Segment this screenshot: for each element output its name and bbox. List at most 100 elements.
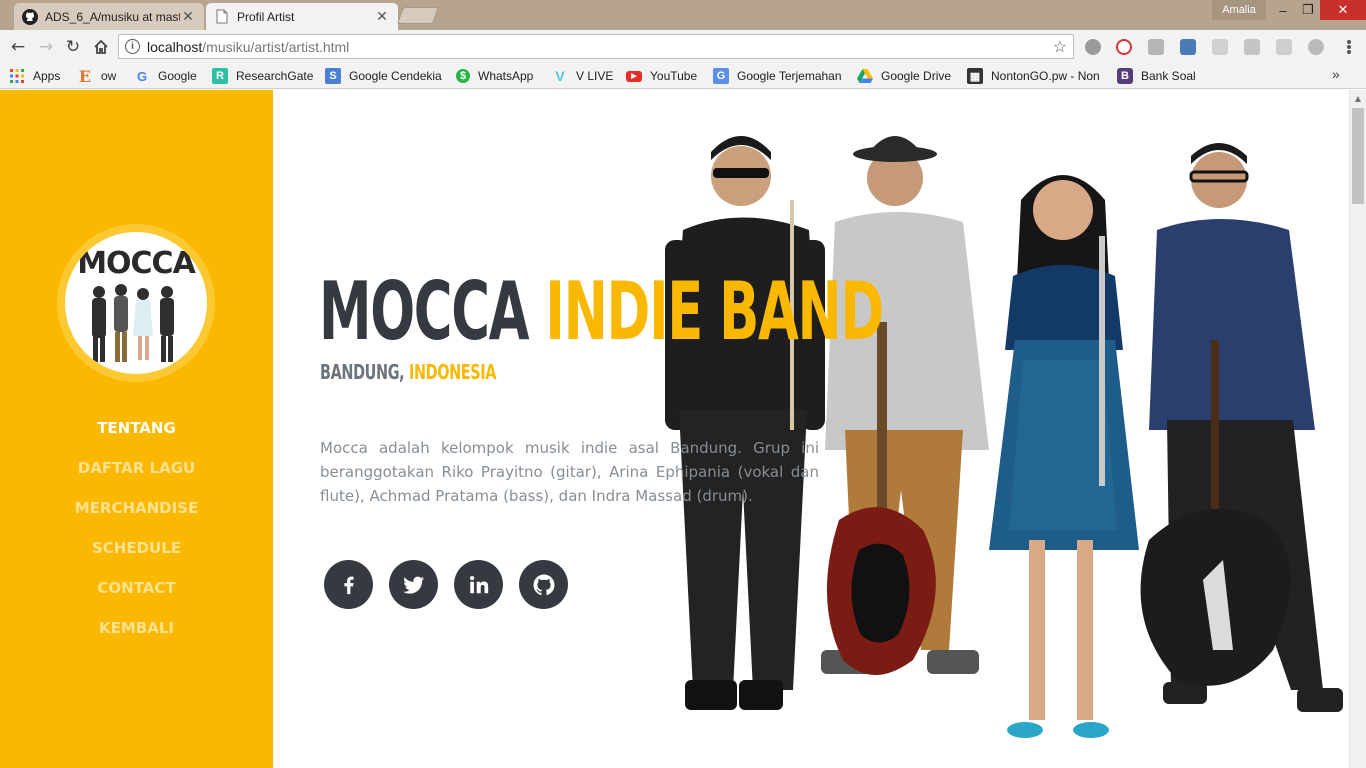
tab-title: ADS_6_A/musiku at mast <box>45 9 180 24</box>
twitter-button[interactable] <box>389 560 438 609</box>
bookmark-whatsapp[interactable]: $ WhatsApp <box>456 67 533 85</box>
google-icon: G <box>136 68 148 84</box>
twitter-icon <box>402 576 424 594</box>
reload-button[interactable]: ↻ <box>62 36 84 58</box>
sidebar-nav: TENTANG DAFTAR LAGU MERCHANDISE SCHEDULE… <box>0 408 273 648</box>
bookmark-label: Google Terjemahan <box>737 69 842 83</box>
bookmark-google-terjemahan[interactable]: G Google Terjemahan <box>713 67 842 85</box>
bookmark-google-cendekia[interactable]: S Google Cendekia <box>325 67 442 85</box>
nav-item-kembali[interactable]: KEMBALI <box>0 608 273 648</box>
bookmark-apps[interactable]: Apps <box>9 67 60 85</box>
band-photo <box>665 136 1343 738</box>
nav-item-tentang[interactable]: TENTANG <box>0 408 273 448</box>
apps-grid-icon <box>9 68 25 84</box>
github-icon <box>533 574 554 595</box>
bookmark-label: Google Drive <box>881 69 952 83</box>
bookmark-label: NontonGO.pw - Non <box>991 69 1100 83</box>
location-country: INDONESIA <box>408 360 497 384</box>
bookmark-ow[interactable]: E ow <box>77 66 117 86</box>
extension-icon[interactable] <box>1180 39 1196 55</box>
close-tab-icon[interactable]: ✕ <box>374 8 390 25</box>
linkedin-button[interactable] <box>454 560 503 609</box>
researchgate-icon: R <box>212 68 228 84</box>
bookmark-label: ow <box>101 69 117 83</box>
extension-icon[interactable] <box>1148 39 1164 55</box>
url-path: /musiku/artist/artist.html <box>202 38 350 55</box>
bookmark-vlive[interactable]: V V LIVE <box>552 67 613 85</box>
facebook-button[interactable] <box>324 560 373 609</box>
restore-button[interactable]: ❐ <box>1296 0 1320 20</box>
bookmark-label: Google <box>158 69 197 83</box>
bookmark-researchgate[interactable]: R ResearchGate <box>212 67 313 85</box>
nav-item-merchandise[interactable]: MERCHANDISE <box>0 488 273 528</box>
extension-icon[interactable] <box>1308 39 1324 55</box>
bookmark-label: V LIVE <box>576 69 614 83</box>
band-description: Mocca adalah kelompok musik indie asal B… <box>320 439 819 505</box>
more-bookmarks-icon[interactable]: » <box>1332 66 1340 82</box>
browser-tab-profil-artist[interactable]: Profil Artist ✕ <box>206 3 398 30</box>
browser-menu-icon[interactable] <box>1341 38 1357 56</box>
location-subtitle: BANDUNG, INDONESIA <box>320 360 496 384</box>
bookmark-label: WhatsApp <box>478 69 534 83</box>
close-window-button[interactable]: ✕ <box>1320 0 1366 20</box>
back-button[interactable]: ← <box>7 36 29 58</box>
title-band-name: MOCCA <box>319 265 530 358</box>
nav-item-contact[interactable]: CONTACT <box>0 568 273 608</box>
bookmark-google[interactable]: G Google <box>134 67 197 85</box>
close-tab-icon[interactable]: ✕ <box>180 8 196 25</box>
nav-item-daftar-lagu[interactable]: DAFTAR LAGU <box>0 448 273 488</box>
bookmark-youtube[interactable]: ▶ YouTube <box>626 67 697 85</box>
drive-icon <box>857 68 873 84</box>
location-city: BANDUNG, <box>320 360 405 384</box>
bookmark-google-drive[interactable]: Google Drive <box>857 67 951 85</box>
youtube-icon: ▶ <box>626 70 642 82</box>
profile-button[interactable]: Amalia <box>1212 0 1266 20</box>
e-icon: E <box>78 66 92 86</box>
page-icon <box>214 9 230 25</box>
nav-item-schedule[interactable]: SCHEDULE <box>0 528 273 568</box>
home-button[interactable] <box>90 36 112 58</box>
facebook-icon <box>343 576 354 594</box>
scroll-up-arrow-icon[interactable]: ▲ <box>1350 90 1366 106</box>
band-member-1 <box>665 136 825 710</box>
bookmark-label: Bank Soal <box>1141 69 1196 83</box>
bookmark-label: Google Cendekia <box>349 69 442 83</box>
browser-tab-github[interactable]: ADS_6_A/musiku at mast ✕ <box>14 3 204 30</box>
vlive-icon: V <box>555 68 565 84</box>
github-button[interactable] <box>519 560 568 609</box>
browser-toolbar: ← → ↻ i localhost/musiku/artist/artist.h… <box>0 30 1366 63</box>
extension-icon[interactable] <box>1212 39 1228 55</box>
extension-icon[interactable] <box>1276 39 1292 55</box>
address-bar[interactable]: i localhost/musiku/artist/artist.html ☆ <box>118 34 1074 59</box>
scholar-icon: S <box>325 68 341 84</box>
bookmark-bank-soal[interactable]: B Bank Soal <box>1117 67 1196 85</box>
page-scrollbar[interactable]: ▲ <box>1349 90 1366 768</box>
url-host: localhost <box>147 38 203 55</box>
scrollbar-thumb[interactable] <box>1352 108 1364 204</box>
band-avatar: MOCCA <box>57 224 215 382</box>
tab-title: Profil Artist <box>237 9 295 24</box>
main-content: MOCCA INDIE BAND BANDUNG, INDONESIA Mocc… <box>273 90 1349 768</box>
minimize-button[interactable]: – <box>1270 0 1296 20</box>
translate-icon: G <box>713 68 729 84</box>
bookmark-label: YouTube <box>650 69 698 83</box>
info-icon[interactable]: i <box>125 39 140 54</box>
linkedin-icon <box>469 575 488 593</box>
sidebar: MOCCA TENTANG DAFTAR LAGU MERCHANDISE SC… <box>0 90 273 768</box>
page-viewport: MOCCA TENTANG DAFTAR LAGU MERCHANDISE SC… <box>0 90 1366 768</box>
forward-button[interactable]: → <box>35 36 57 58</box>
band-member-4 <box>1140 143 1343 712</box>
new-tab-button[interactable] <box>396 7 440 24</box>
band-member-2 <box>821 136 989 675</box>
extension-icon[interactable] <box>1244 39 1260 55</box>
bookmark-label: Apps <box>33 69 61 83</box>
extension-icon[interactable] <box>1085 39 1101 55</box>
bootstrap-icon: B <box>1117 68 1133 84</box>
band-member-3 <box>989 175 1139 738</box>
page-title: MOCCA INDIE BAND <box>319 262 884 362</box>
bookmark-label: ResearchGate <box>236 69 314 83</box>
home-icon <box>94 39 108 54</box>
bookmark-star-icon[interactable]: ☆ <box>1053 37 1067 57</box>
extension-icon[interactable] <box>1116 39 1132 55</box>
bookmark-nontongo[interactable]: ▦ NontonGO.pw - Non <box>967 67 1103 85</box>
